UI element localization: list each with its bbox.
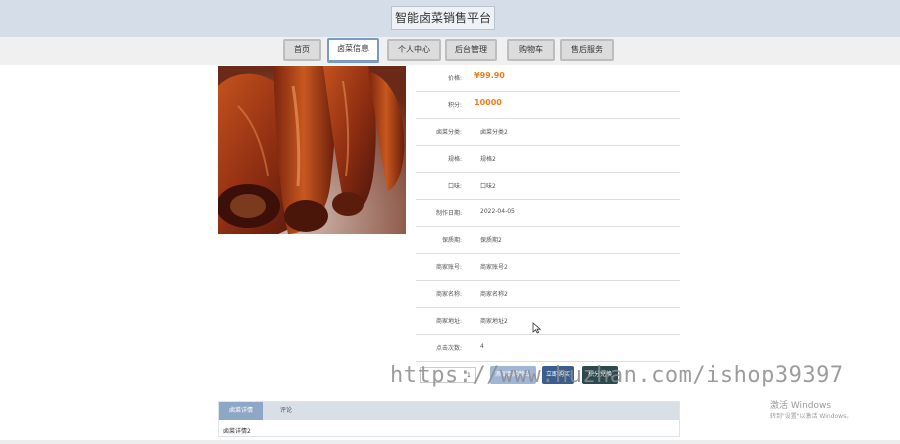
nav-admin[interactable]: 后台管理 <box>445 39 497 61</box>
windows-activation-subtitle: 转到"设置"以激活 Windows。 <box>770 413 853 420</box>
field-label: 卤菜分类: <box>435 129 462 136</box>
field-value: 口味2 <box>480 183 496 190</box>
field-label: 口味: <box>447 183 462 190</box>
points-value: 10000 <box>474 98 502 107</box>
nav-home[interactable]: 首页 <box>283 39 321 61</box>
points-label: 积分: <box>447 102 462 109</box>
field-value: 规格2 <box>480 156 496 163</box>
tab-comments[interactable]: 评论 <box>269 402 303 420</box>
header-bar: 智能卤菜销售平台 <box>0 0 900 37</box>
watermark-text: https://www.huzhan.com/ishop39397 <box>390 363 844 388</box>
field-label: 点击次数: <box>435 345 462 352</box>
price-row: 价格: ¥99.90 <box>416 65 680 92</box>
field-value: 4 <box>480 343 484 350</box>
field-label: 保质期: <box>441 237 462 244</box>
field-row-category: 卤菜分类: 卤菜分类2 <box>416 119 680 146</box>
field-value: 保质期2 <box>480 237 502 244</box>
nav-cart[interactable]: 购物车 <box>507 39 555 61</box>
field-row-spec: 规格: 规格2 <box>416 146 680 173</box>
field-row-shelf-life: 保质期: 保质期2 <box>416 227 680 254</box>
mouse-cursor-icon <box>532 319 542 334</box>
field-value: 卤菜分类2 <box>480 129 508 136</box>
nav-products[interactable]: 卤菜信息 <box>327 38 379 63</box>
field-value: 商家账号2 <box>480 264 508 271</box>
points-row: 积分: 10000 <box>416 92 680 119</box>
price-value: ¥99.90 <box>474 71 505 80</box>
field-label: 商家名称: <box>435 291 462 298</box>
field-row-flavor: 口味: 口味2 <box>416 173 680 200</box>
main-nav: 首页 卤菜信息 个人中心 后台管理 购物车 售后服务 <box>0 37 900 65</box>
field-row-click-count: 点击次数: 4 <box>416 335 680 362</box>
field-row-merchant-address: 商家地址: 商家地址2 <box>416 308 680 335</box>
tabs-header: 卤菜详情 评论 <box>219 402 679 420</box>
tab-product-detail[interactable]: 卤菜详情 <box>219 402 263 420</box>
nav-profile[interactable]: 个人中心 <box>387 39 441 61</box>
field-label: 规格: <box>447 156 462 163</box>
detail-tabs: 卤菜详情 评论 卤菜详情2 <box>218 401 680 437</box>
site-title: 智能卤菜销售平台 <box>391 6 495 30</box>
product-image <box>218 66 406 234</box>
field-label: 商家账号: <box>435 264 462 271</box>
page-bottom-edge <box>0 440 900 444</box>
field-row-merchant-account: 商家账号: 商家账号2 <box>416 254 680 281</box>
field-label: 制作日期: <box>435 210 462 217</box>
price-label: 价格: <box>447 75 462 82</box>
detail-content: 卤菜详情2 <box>223 428 251 435</box>
windows-activation-title: 激活 Windows <box>770 401 832 411</box>
field-row-merchant-name: 商家名称: 商家名称2 <box>416 281 680 308</box>
field-label: 商家地址: <box>435 318 462 325</box>
field-row-production-date: 制作日期: 2022-04-05 <box>416 200 680 227</box>
field-value: 商家名称2 <box>480 291 508 298</box>
field-value: 商家地址2 <box>480 318 508 325</box>
field-value: 2022-04-05 <box>480 208 515 215</box>
nav-after-sales[interactable]: 售后服务 <box>560 39 614 61</box>
